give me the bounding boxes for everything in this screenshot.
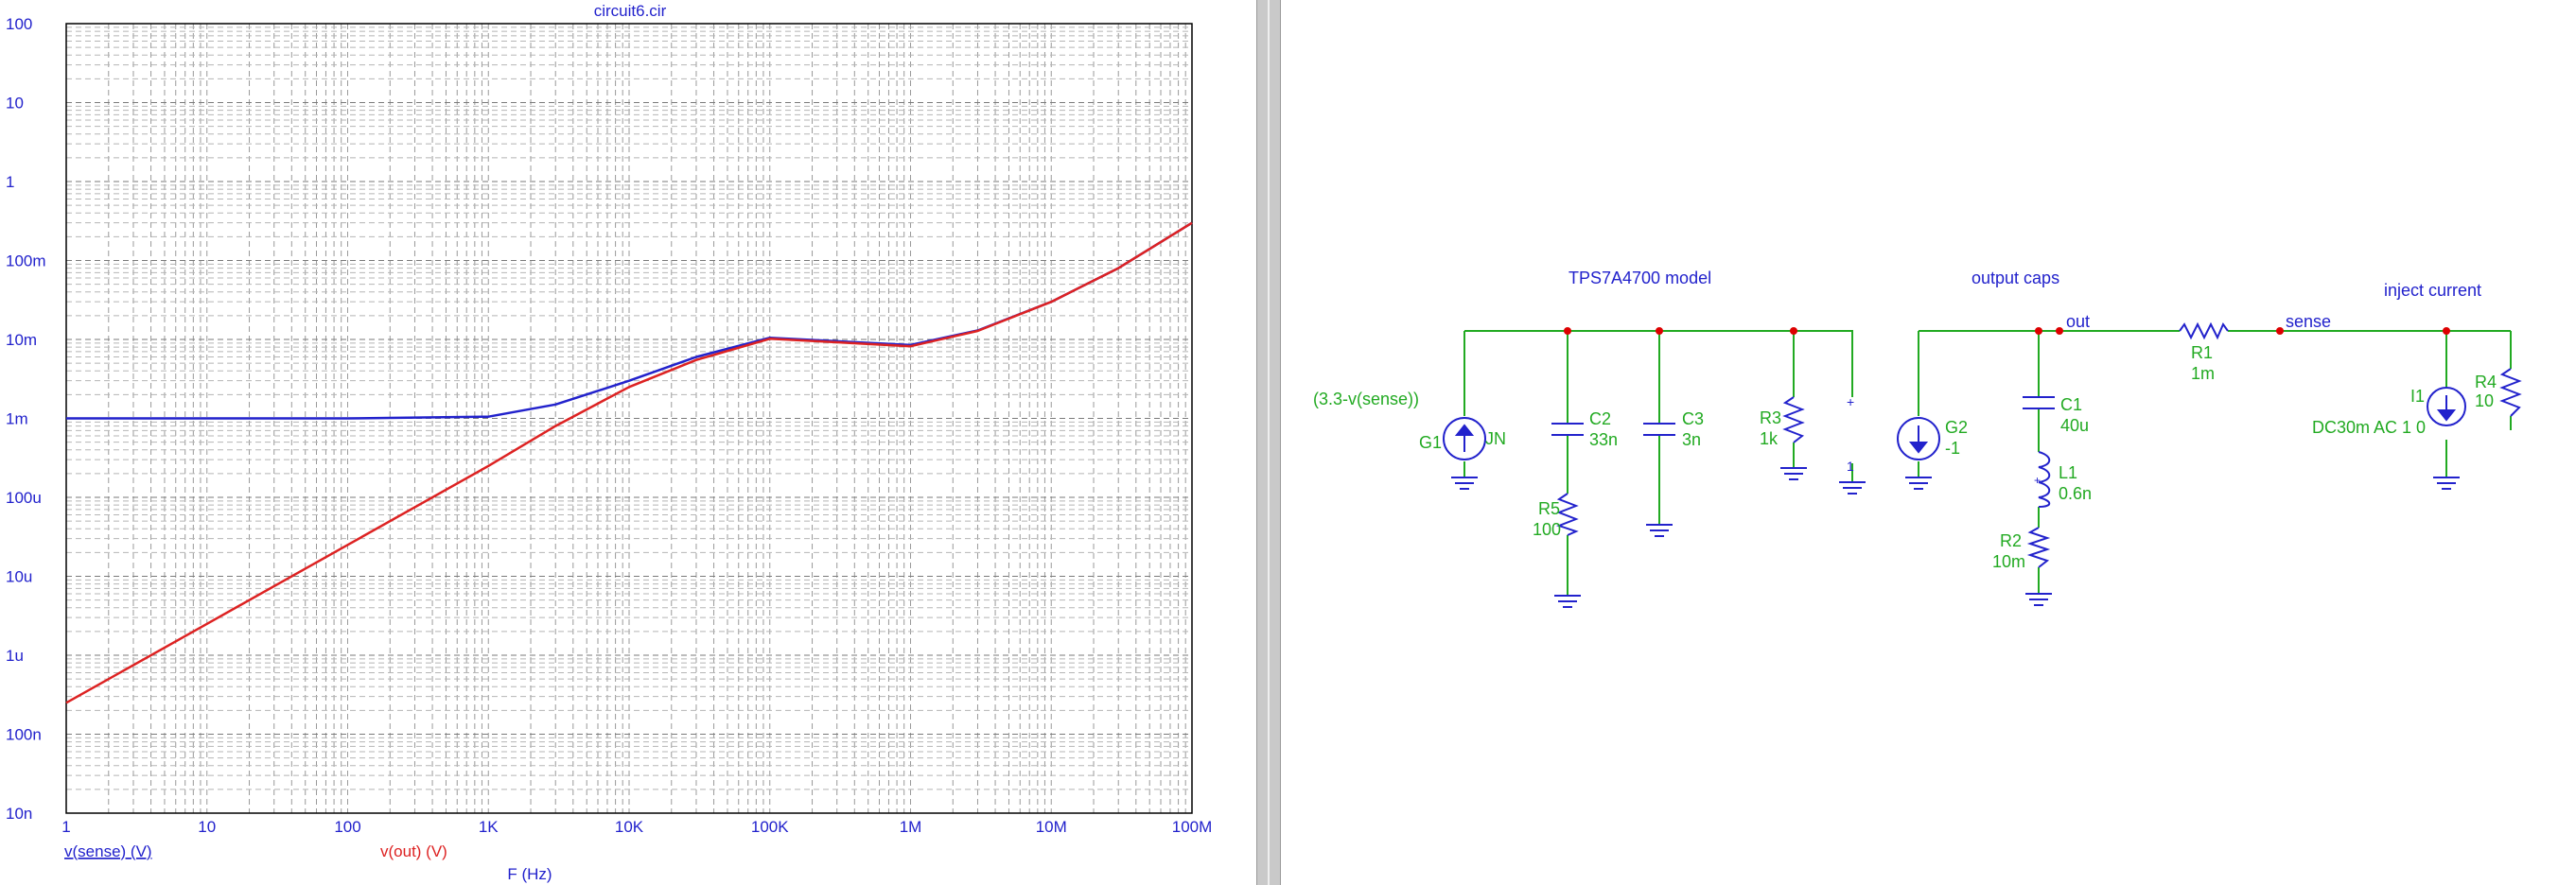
r5-value: 100 [1533,520,1561,539]
x-axis-label: F (Hz) [507,865,552,883]
schematic-pane[interactable]: TPS7A4700 model output caps inject curre… [1281,0,2576,885]
probe-marker-icon: + [1847,394,1854,409]
r1-resistor-symbol[interactable] [2179,321,2229,340]
plot-pane[interactable]: circuit6.cir 100 10 1 100m 10m 1m 100u 1… [0,0,1256,885]
g2-value: -1 [1945,439,1960,458]
x-tick-label: 100M [1172,818,1213,836]
r4-name: R4 [2475,373,2497,391]
label-model: TPS7A4700 model [1568,269,1711,287]
schematic-canvas[interactable]: TPS7A4700 model output caps inject curre… [1281,0,2576,885]
x-tick-label: 100K [751,818,789,836]
x-tick-label: 1M [900,818,922,836]
r3-name: R3 [1760,408,1781,427]
node-label-out: out [2066,312,2090,331]
r3-value: 1k [1760,429,1779,448]
y-tick-labels: 100 10 1 100m 10m 1m 100u 10u 1u 100n 10… [6,15,46,823]
x-tick-label: 10K [615,818,644,836]
r1-name: R1 [2191,343,2213,362]
label-output-caps: output caps [1971,269,2059,287]
l1-name: L1 [2059,463,2077,482]
r5-name: R5 [1538,499,1560,518]
g1-source-symbol[interactable] [1443,417,1486,490]
x-tick-labels: 1 10 100 1K 10K 100K 1M 10M 100M [61,818,1212,836]
g2-source-symbol[interactable] [1897,417,1940,490]
y-tick-label: 100u [6,489,42,507]
g1-name: G1 [1419,433,1442,452]
y-tick-label: 10m [6,331,37,349]
y-tick-label: 1m [6,410,28,428]
y-tick-label: 100m [6,252,46,270]
c1-capacitor-symbol[interactable] [2023,396,2055,409]
plot-title: circuit6.cir [594,2,667,20]
x-tick-label: 100 [334,818,360,836]
r4-value: 10 [2475,391,2494,410]
c3-name: C3 [1682,409,1704,428]
c2-name: C2 [1589,409,1611,428]
c2-value: 33n [1589,430,1618,449]
x-tick-label: 1K [479,818,499,836]
i1-name: I1 [2410,387,2425,406]
y-tick-label: 100n [6,726,42,744]
node-label-sense: sense [2286,312,2331,331]
label-inject-current: inject current [2384,281,2481,300]
wires [1463,330,2512,596]
r2-resistor-symbol[interactable] [2025,527,2052,606]
i1-value: DC30m AC 1 0 [2312,418,2426,437]
r2-value: 10m [1992,552,2025,571]
y-tick-label: 100 [6,15,32,33]
c2-capacitor-symbol[interactable] [1551,423,1584,436]
y-tick-label: 10n [6,805,32,823]
g1-value: JN [1485,429,1506,448]
probe-ground-symbol [1839,481,1866,495]
c1-value: 40u [2060,416,2089,435]
y-tick-label: 1 [6,173,14,191]
y-tick-label: 10 [6,95,24,113]
x-tick-label: 1 [61,818,70,836]
r4-resistor-symbol[interactable] [2499,368,2522,417]
x-tick-label: 10M [1036,818,1067,836]
y-tick-label: 10u [6,568,32,586]
c3-value: 3n [1682,430,1701,449]
y-tick-label: 1u [6,647,24,665]
g2-name: G2 [1945,418,1968,437]
bode-plot[interactable]: circuit6.cir 100 10 1 100m 10m 1m 100u 1… [0,0,1256,885]
c1-name: C1 [2060,395,2082,414]
l1-polarity-icon: + [2034,474,2041,487]
probe-marker-icon: 1 [1847,459,1854,474]
legend-v-sense[interactable]: v(sense) (V) [64,842,152,860]
legend-v-out[interactable]: v(out) (V) [380,842,447,860]
r1-value: 1m [2191,364,2215,383]
l1-value: 0.6n [2059,484,2092,503]
r2-name: R2 [2000,531,2022,550]
x-tick-label: 10 [198,818,216,836]
g1-expression: (3.3-v(sense)) [1313,390,1419,408]
pane-splitter[interactable] [1256,0,1281,885]
